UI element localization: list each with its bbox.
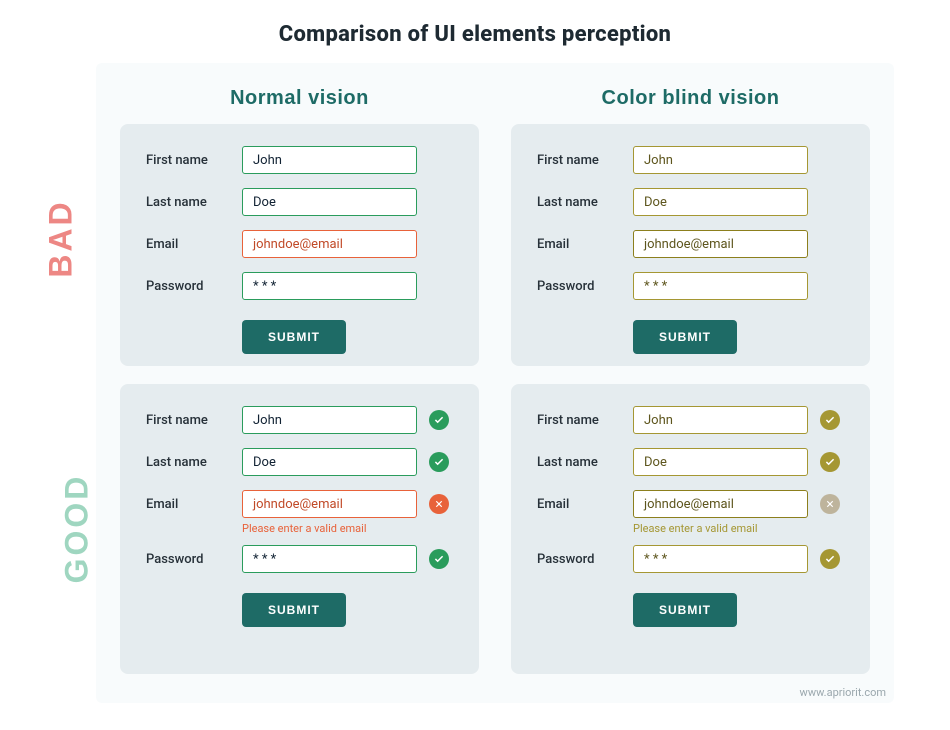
label-password: Password <box>146 279 242 294</box>
input-lastname[interactable]: Doe <box>242 448 417 476</box>
panel-good-normal: First name John Last name Doe Email john… <box>120 384 479 674</box>
column-title-normal: Normal vision <box>120 87 479 110</box>
panel-good-colorblind: First name John Last name Doe Email john… <box>511 384 870 674</box>
panel-bad-colorblind: First name John Last name Doe Email john… <box>511 124 870 366</box>
input-password[interactable]: * * * <box>633 545 808 573</box>
input-password[interactable]: * * * <box>242 272 417 300</box>
panel-bad-normal: First name John Last name Doe Email john… <box>120 124 479 366</box>
input-password[interactable]: * * * <box>633 272 808 300</box>
error-hint: Please enter a valid email <box>242 522 453 535</box>
submit-button[interactable]: SUBMIT <box>633 320 737 354</box>
column-normal-vision: Normal vision First name John Last name … <box>120 79 479 674</box>
input-password[interactable]: * * * <box>242 545 417 573</box>
label-firstname: First name <box>146 153 242 168</box>
side-label-good: GOOD <box>58 474 95 584</box>
check-icon <box>429 410 449 430</box>
input-email[interactable]: johndoe@email <box>242 490 417 518</box>
cross-icon <box>429 494 449 514</box>
label-email: Email <box>537 497 633 512</box>
input-firstname[interactable]: John <box>242 146 417 174</box>
label-firstname: First name <box>146 413 242 428</box>
input-firstname[interactable]: John <box>242 406 417 434</box>
comparison-container: Normal vision First name John Last name … <box>96 63 894 703</box>
input-email[interactable]: johndoe@email <box>633 230 808 258</box>
check-icon <box>429 452 449 472</box>
label-email: Email <box>146 237 242 252</box>
input-firstname[interactable]: John <box>633 406 808 434</box>
label-lastname: Last name <box>537 195 633 210</box>
label-email: Email <box>537 237 633 252</box>
check-icon <box>820 549 840 569</box>
label-lastname: Last name <box>537 455 633 470</box>
input-firstname[interactable]: John <box>633 146 808 174</box>
check-icon <box>429 549 449 569</box>
page-title: Comparison of UI elements perception <box>0 0 950 63</box>
label-lastname: Last name <box>146 195 242 210</box>
input-lastname[interactable]: Doe <box>633 448 808 476</box>
input-email[interactable]: johndoe@email <box>633 490 808 518</box>
label-password: Password <box>537 279 633 294</box>
check-icon <box>820 452 840 472</box>
label-password: Password <box>146 552 242 567</box>
error-hint: Please enter a valid email <box>633 522 844 535</box>
column-colorblind-vision: Color blind vision First name John Last … <box>511 79 870 674</box>
label-email: Email <box>146 497 242 512</box>
submit-button[interactable]: SUBMIT <box>242 320 346 354</box>
input-lastname[interactable]: Doe <box>633 188 808 216</box>
cross-icon <box>820 494 840 514</box>
label-firstname: First name <box>537 153 633 168</box>
input-email[interactable]: johndoe@email <box>242 230 417 258</box>
column-title-colorblind: Color blind vision <box>511 87 870 110</box>
check-icon <box>820 410 840 430</box>
submit-button[interactable]: SUBMIT <box>633 593 737 627</box>
side-labels: BAD GOOD <box>22 110 82 690</box>
input-lastname[interactable]: Doe <box>242 188 417 216</box>
submit-button[interactable]: SUBMIT <box>242 593 346 627</box>
label-lastname: Last name <box>146 455 242 470</box>
side-label-bad: BAD <box>43 199 80 277</box>
label-firstname: First name <box>537 413 633 428</box>
label-password: Password <box>537 552 633 567</box>
footer-source: www.apriorit.com <box>800 686 886 699</box>
